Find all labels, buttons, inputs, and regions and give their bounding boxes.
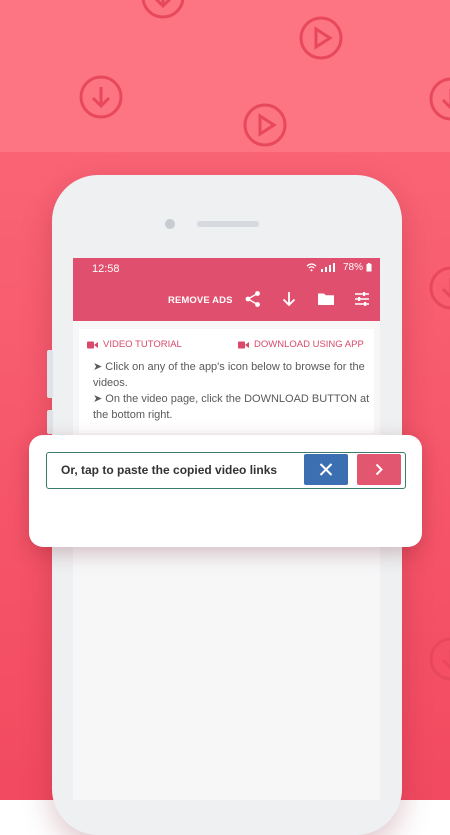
download-using-app-label: DOWNLOAD USING APP	[254, 339, 364, 350]
go-button[interactable]	[357, 454, 401, 485]
paste-links-popup: Or, tap to paste the copied video links	[29, 435, 422, 547]
status-time: 12:58	[92, 263, 120, 275]
phone-side-button	[47, 350, 53, 398]
app-bar: 12:58 78% REMOVE ADS	[73, 258, 380, 321]
instruction-line: ➤ Click on any of the app's icon below t…	[93, 361, 365, 389]
video-tutorial-link[interactable]: VIDEO TUTORIAL	[87, 339, 182, 350]
signal-icon	[320, 263, 335, 272]
close-icon	[319, 463, 333, 476]
instructions-card: VIDEO TUTORIAL DOWNLOAD USING APP ➤ Clic…	[79, 329, 374, 433]
wifi-icon	[306, 263, 317, 272]
download-circle-icon	[429, 637, 450, 681]
instruction-line: ➤ On the video page, click the DOWNLOAD …	[93, 393, 370, 421]
battery-icon	[366, 263, 372, 272]
play-circle-icon	[299, 16, 343, 60]
download-using-app-link[interactable]: DOWNLOAD USING APP	[238, 339, 364, 350]
share-icon[interactable]	[244, 290, 262, 308]
paste-links-placeholder: Or, tap to paste the copied video links	[61, 463, 278, 477]
chevron-right-icon	[375, 463, 383, 476]
settings-sliders-icon[interactable]	[353, 290, 371, 308]
background-top-band	[0, 0, 450, 152]
phone-camera	[165, 219, 175, 229]
clear-button[interactable]	[304, 454, 348, 485]
download-icon[interactable]	[280, 290, 298, 308]
phone-speaker	[197, 221, 259, 227]
download-circle-icon	[141, 0, 185, 19]
download-circle-icon	[429, 266, 450, 310]
status-icons: 78%	[306, 262, 372, 273]
battery-percent: 78%	[342, 262, 363, 273]
paste-links-input[interactable]: Or, tap to paste the copied video links	[46, 452, 406, 489]
download-circle-icon	[79, 75, 123, 119]
video-camera-icon	[238, 341, 249, 348]
video-camera-icon	[87, 341, 98, 348]
instructions-text: ➤ Click on any of the app's icon below t…	[93, 359, 373, 423]
play-circle-icon	[243, 103, 287, 147]
phone-side-button	[47, 410, 53, 434]
folder-icon[interactable]	[317, 290, 335, 308]
download-circle-icon	[429, 77, 450, 121]
video-tutorial-label: VIDEO TUTORIAL	[103, 339, 182, 350]
remove-ads-button[interactable]: REMOVE ADS	[168, 295, 233, 306]
